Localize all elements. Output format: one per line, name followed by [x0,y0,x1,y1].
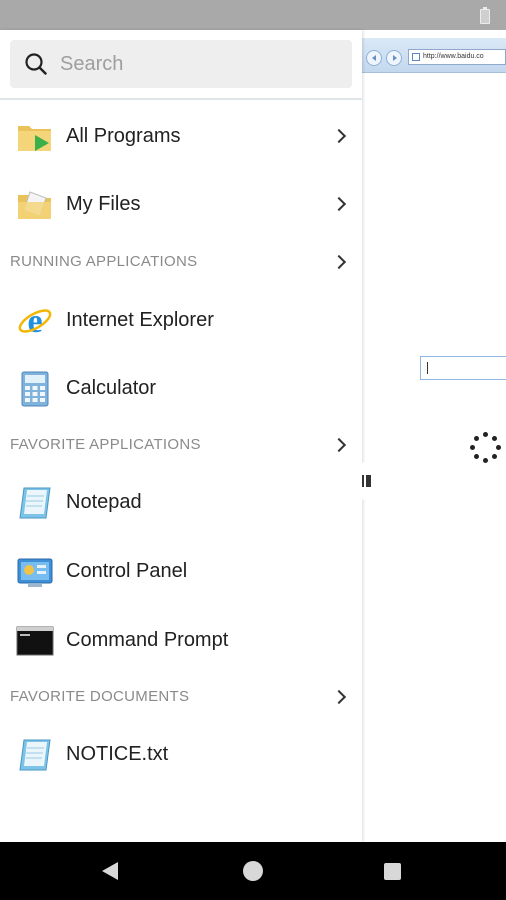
notepad-item[interactable]: Notepad [0,468,362,536]
text-document-icon [19,739,51,771]
battery-icon [480,7,490,24]
notice-txt-item[interactable]: NOTICE.txt [0,720,362,788]
section-label: FAVORITE APPLICATIONS [10,436,201,453]
chevron-right-icon [331,196,347,212]
browser-address-bar[interactable]: http://www.baidu.co [408,49,506,65]
status-bar [0,0,506,30]
section-running-applications[interactable]: RUNNING APPLICATIONS [0,242,362,282]
browser-toolbar: http://www.baidu.co [362,38,506,73]
all-programs-item[interactable]: All Programs [0,102,362,170]
calculator-item[interactable]: Calculator [0,354,362,422]
search-icon [25,53,47,75]
page-icon [412,53,420,61]
command-prompt-label: Command Prompt [66,629,229,651]
svg-text:e: e [27,303,42,340]
control-panel-label: Control Panel [66,560,188,582]
all-programs-label: All Programs [66,125,181,147]
section-favorite-applications[interactable]: FAVORITE APPLICATIONS [0,425,362,465]
my-files-icon [18,191,51,219]
section-label: RUNNING APPLICATIONS [10,253,198,270]
my-files-item[interactable]: My Files [0,170,362,238]
notice-txt-label: NOTICE.txt [66,743,169,765]
chevron-right-icon [331,689,347,705]
section-favorite-documents[interactable]: FAVORITE DOCUMENTS [0,677,362,717]
command-prompt-icon [16,626,54,656]
divider [0,98,362,100]
calculator-label: Calculator [66,377,157,399]
chevron-right-icon [331,254,347,270]
search-input[interactable]: Search [10,40,352,88]
my-files-label: My Files [66,193,141,215]
search-placeholder: Search [60,53,124,75]
section-label: FAVORITE DOCUMENTS [10,688,190,705]
control-panel-icon [17,558,53,587]
start-menu-drawer: Search All Programs My Files RUNNING APP… [0,30,362,842]
control-panel-item[interactable]: Control Panel [0,537,362,605]
internet-explorer-icon: e [18,303,52,340]
home-icon[interactable] [243,861,263,881]
background-browser-window: http://www.baidu.co [362,30,506,842]
browser-address-text: http://www.baidu.co [423,53,484,60]
chevron-right-icon [331,128,347,144]
internet-explorer-item[interactable]: e Internet Explorer [0,286,362,354]
internet-explorer-label: Internet Explorer [66,309,214,331]
browser-forward-icon[interactable] [386,50,402,66]
android-navigation-bar [0,842,506,900]
back-icon[interactable] [102,862,118,880]
page-search-input[interactable] [420,356,506,380]
notepad-label: Notepad [66,491,142,513]
browser-back-icon[interactable] [366,50,382,66]
command-prompt-item[interactable]: Command Prompt [0,606,362,674]
loading-spinner-icon [470,432,502,464]
calculator-icon [21,371,49,407]
chevron-right-icon [331,437,347,453]
notepad-icon [19,487,51,519]
folder-programs-icon [18,126,51,151]
recents-icon[interactable] [384,863,401,880]
